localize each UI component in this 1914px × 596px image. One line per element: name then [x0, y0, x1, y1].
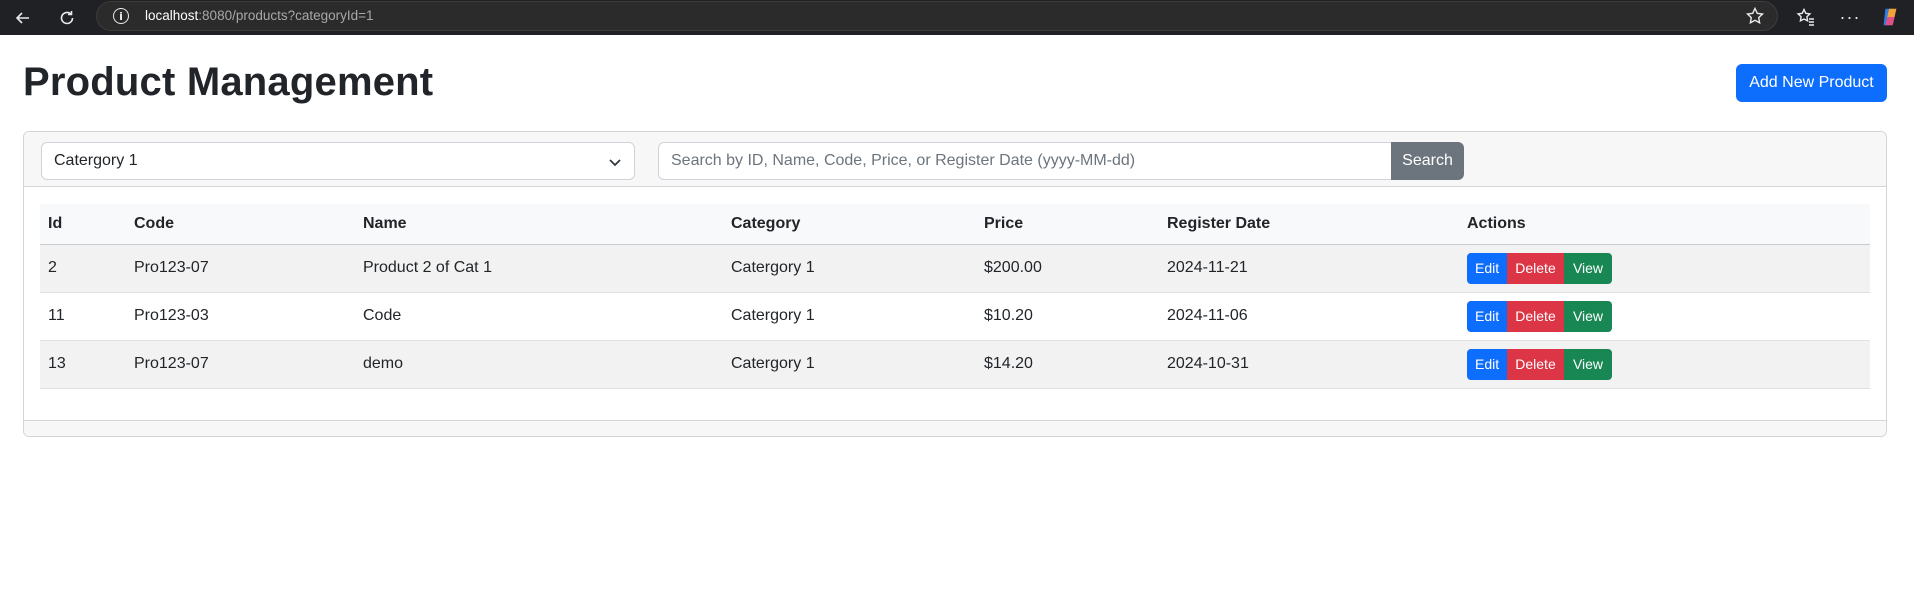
delete-button[interactable]: Delete	[1507, 300, 1564, 332]
cell-id: 11	[40, 292, 126, 341]
favorites-icon[interactable]	[1794, 5, 1818, 29]
products-table: Id Code Name Category Price Register Dat…	[40, 204, 1870, 389]
cell-register-date: 2024-11-21	[1159, 244, 1459, 293]
edit-button[interactable]: Edit	[1467, 300, 1507, 332]
row-actions: Edit Delete View	[1467, 300, 1612, 332]
address-bar[interactable]: i localhost:8080/products?categoryId=1	[96, 1, 1778, 31]
cell-code: Pro123-07	[126, 340, 355, 389]
cell-id: 2	[40, 244, 126, 293]
table-row: 13 Pro123-07 demo Catergory 1 $14.20 202…	[40, 340, 1870, 389]
reload-button[interactable]	[52, 3, 82, 33]
filter-bar: Catergory 1 Search	[24, 132, 1886, 187]
products-card: Catergory 1 Search Id Code Name Category…	[23, 131, 1887, 437]
cell-price: $10.20	[976, 292, 1159, 341]
browser-toolbar: i localhost:8080/products?categoryId=1 ·…	[0, 0, 1914, 35]
chevron-down-icon	[609, 159, 621, 167]
cell-category: Catergory 1	[723, 292, 976, 341]
back-button[interactable]	[8, 3, 38, 33]
cell-code: Pro123-03	[126, 292, 355, 341]
column-header-category: Category	[723, 204, 976, 245]
cell-actions: Edit Delete View	[1459, 292, 1870, 341]
search-input[interactable]	[658, 142, 1392, 180]
column-header-price: Price	[976, 204, 1159, 245]
cell-register-date: 2024-11-06	[1159, 292, 1459, 341]
cell-category: Catergory 1	[723, 340, 976, 389]
star-icon[interactable]	[1745, 6, 1765, 26]
view-button[interactable]: View	[1564, 252, 1612, 284]
url-path: :8080/products?categoryId=1	[198, 8, 374, 23]
category-select-value: Catergory 1	[54, 152, 138, 169]
info-icon[interactable]: i	[113, 8, 129, 24]
page-title: Product Management	[23, 60, 434, 104]
view-button[interactable]: View	[1564, 348, 1612, 380]
delete-button[interactable]: Delete	[1507, 348, 1564, 380]
cell-name: demo	[355, 340, 723, 389]
reload-icon	[60, 11, 74, 25]
row-actions: Edit Delete View	[1467, 348, 1612, 380]
column-header-name: Name	[355, 204, 723, 245]
url-host: localhost	[145, 8, 199, 23]
category-select[interactable]: Catergory 1	[41, 142, 635, 180]
column-header-actions: Actions	[1459, 204, 1870, 245]
column-header-code: Code	[126, 204, 355, 245]
cell-code: Pro123-07	[126, 244, 355, 293]
edit-button[interactable]: Edit	[1467, 348, 1507, 380]
table-row: 11 Pro123-03 Code Catergory 1 $10.20 202…	[40, 292, 1870, 341]
table-header-row: Id Code Name Category Price Register Dat…	[40, 204, 1870, 245]
view-button[interactable]: View	[1564, 300, 1612, 332]
cell-actions: Edit Delete View	[1459, 340, 1870, 389]
edit-button[interactable]: Edit	[1467, 252, 1507, 284]
url-text: localhost:8080/products?categoryId=1	[145, 8, 374, 23]
card-footer	[24, 420, 1886, 436]
cell-name: Code	[355, 292, 723, 341]
row-actions: Edit Delete View	[1467, 252, 1612, 284]
column-header-id: Id	[40, 204, 126, 245]
cell-price: $200.00	[976, 244, 1159, 293]
column-header-register-date: Register Date	[1159, 204, 1459, 245]
cell-category: Catergory 1	[723, 244, 976, 293]
cell-name: Product 2 of Cat 1	[355, 244, 723, 293]
cell-price: $14.20	[976, 340, 1159, 389]
cell-actions: Edit Delete View	[1459, 244, 1870, 293]
table-row: 2 Pro123-07 Product 2 of Cat 1 Catergory…	[40, 244, 1870, 293]
cell-register-date: 2024-10-31	[1159, 340, 1459, 389]
add-new-product-button[interactable]: Add New Product	[1736, 64, 1887, 102]
copilot-icon[interactable]	[1878, 5, 1902, 29]
cell-id: 13	[40, 340, 126, 389]
arrow-left-icon	[15, 12, 29, 24]
delete-button[interactable]: Delete	[1507, 252, 1564, 284]
search-button[interactable]: Search	[1391, 142, 1464, 180]
more-icon[interactable]: ···	[1838, 5, 1862, 29]
